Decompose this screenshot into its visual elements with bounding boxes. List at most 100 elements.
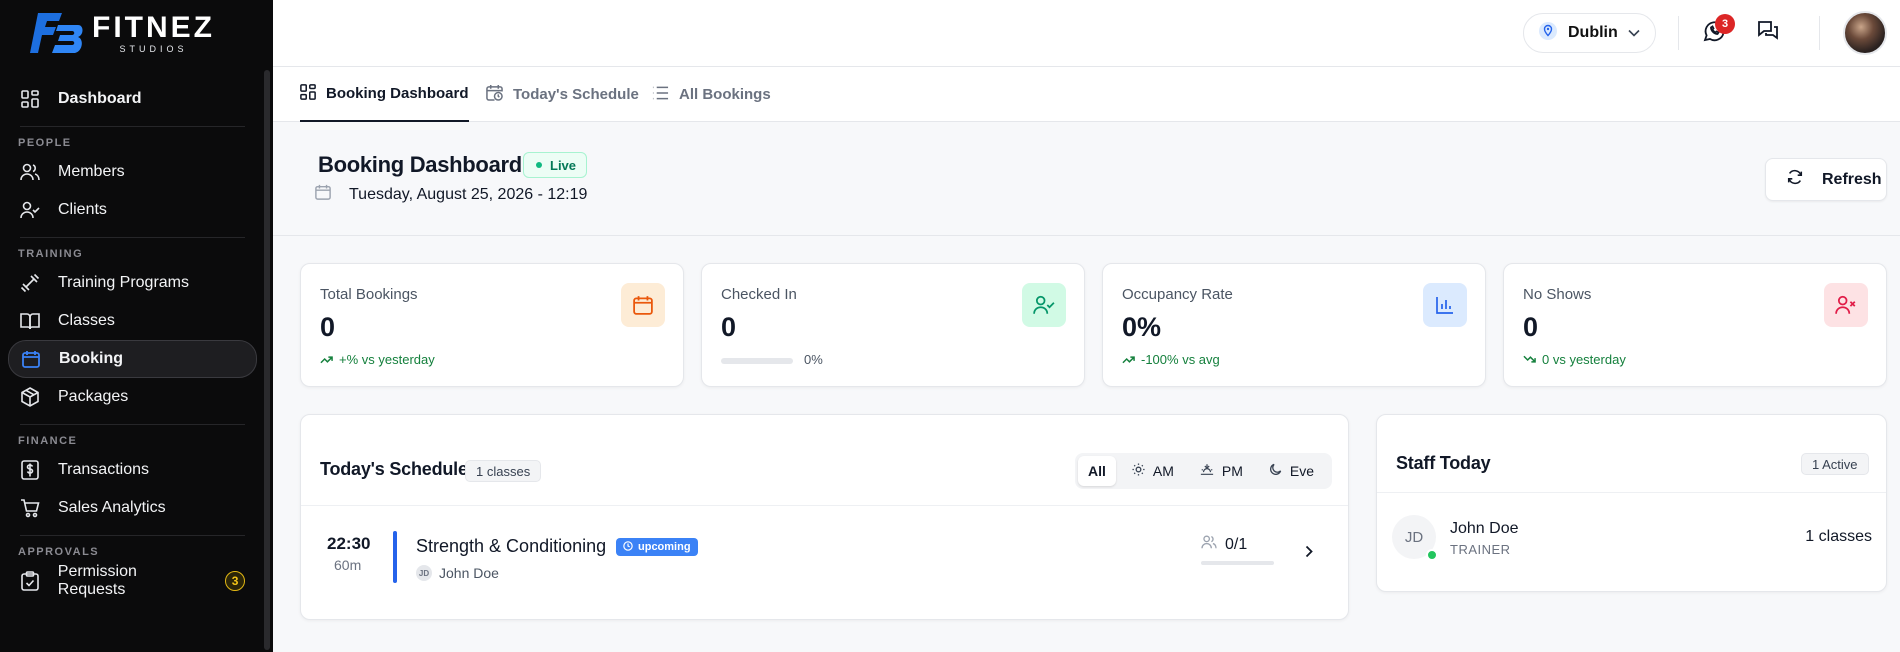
- stat-label: Occupancy Rate: [1122, 286, 1233, 303]
- calendar-icon: [21, 349, 41, 369]
- stat-card-total-bookings: Total Bookings 0 +% vs yesterday: [300, 263, 684, 387]
- tab-todays-schedule[interactable]: Today's Schedule: [486, 67, 639, 122]
- logo-icon: [28, 7, 84, 59]
- divider: [20, 535, 245, 536]
- live-dot-icon: [536, 162, 542, 168]
- stat-card-checked-in: Checked In 0 0%: [701, 263, 1085, 387]
- filter-pm[interactable]: PM: [1190, 456, 1253, 486]
- divider: [1678, 16, 1679, 50]
- stat-value: 0: [721, 312, 737, 342]
- sidebar-nav: Dashboard PEOPLE Members Clients TRAININ…: [8, 80, 257, 600]
- filter-label: Eve: [1289, 463, 1315, 479]
- user-check-icon: [1022, 283, 1066, 327]
- sidebar-item-booking[interactable]: Booking: [8, 340, 257, 378]
- divider: [1819, 16, 1820, 50]
- sidebar-item-members[interactable]: Members: [8, 153, 257, 191]
- page-title: Booking Dashboard: [318, 152, 522, 177]
- sidebar-item-dashboard[interactable]: Dashboard: [8, 80, 257, 118]
- sidebar-item-label: Clients: [58, 201, 107, 218]
- filter-eve[interactable]: Eve: [1259, 456, 1324, 486]
- live-badge: Live: [523, 152, 588, 178]
- class-duration: 60m: [334, 557, 362, 573]
- staff-class-count: 1 classes: [1805, 528, 1872, 545]
- page-header: Booking Dashboard Live Tuesday, August 2…: [273, 122, 1900, 236]
- user-check-icon: [20, 200, 40, 220]
- status-text: upcoming: [638, 541, 691, 553]
- section-people: PEOPLE: [18, 137, 72, 149]
- filter-am[interactable]: AM: [1122, 456, 1184, 486]
- trending-up-icon: [1122, 352, 1135, 367]
- sidebar-item-label: Sales Analytics: [58, 499, 166, 516]
- trending-up-icon: [320, 352, 333, 367]
- tab-all-bookings[interactable]: All Bookings: [652, 67, 771, 122]
- location-name: Dublin: [1568, 24, 1618, 41]
- sidebar-item-transactions[interactable]: Transactions: [8, 451, 257, 489]
- sidebar-item-classes[interactable]: Classes: [8, 302, 257, 340]
- stat-card-occupancy-rate: Occupancy Rate 0% -100% vs avg: [1102, 263, 1486, 387]
- staff-today-panel: Staff Today 1 Active JD John Doe TRAINER…: [1376, 414, 1887, 592]
- receipt-dollar-icon: [20, 460, 40, 480]
- brand-logo[interactable]: FITNEZ STUDIOS: [0, 0, 273, 66]
- sidebar-item-packages[interactable]: Packages: [8, 378, 257, 416]
- filter-label: AM: [1152, 463, 1174, 479]
- stat-value: 0%: [1122, 312, 1162, 342]
- sidebar-item-clients[interactable]: Clients: [8, 191, 257, 229]
- calendar-clock-icon: [486, 84, 503, 105]
- bar-chart-icon: [1423, 283, 1467, 327]
- date-text: Tuesday, August 25, 2026 - 12:19: [349, 185, 588, 203]
- whatsapp-badge: 3: [1715, 14, 1735, 34]
- users-icon: [1201, 535, 1217, 554]
- users-icon: [20, 162, 40, 182]
- list-icon: [652, 86, 669, 104]
- sidebar-item-label: Packages: [58, 388, 129, 405]
- section-training: TRAINING: [18, 248, 84, 260]
- stat-trend: +% vs yesterday: [320, 352, 435, 367]
- stat-trend-text: 0 vs yesterday: [1542, 352, 1626, 367]
- sidebar-item-permission-requests[interactable]: Permission Requests 3: [8, 562, 257, 600]
- class-capacity: 0/1: [1201, 535, 1247, 554]
- stat-trend: -100% vs avg: [1122, 352, 1220, 367]
- messages-button[interactable]: [1753, 18, 1783, 48]
- sidebar-item-label: Training Programs: [58, 274, 190, 291]
- capacity-text: 0/1: [1225, 535, 1248, 553]
- status-badge: upcoming: [616, 538, 698, 556]
- permission-requests-badge: 3: [225, 571, 245, 591]
- stat-value: 0: [1523, 312, 1539, 342]
- capacity-bar: [1201, 561, 1274, 565]
- sidebar-item-label: Transactions: [58, 461, 149, 478]
- trainer-avatar: JD: [416, 565, 432, 581]
- refresh-label: Refresh: [1822, 170, 1882, 188]
- stat-trend-text: -100% vs avg: [1141, 352, 1220, 367]
- whatsapp-button[interactable]: 3: [1699, 14, 1735, 48]
- chat-bubbles-icon: [1756, 19, 1780, 48]
- class-time: 22:30: [327, 534, 371, 553]
- sidebar-scrollbar[interactable]: [264, 70, 270, 650]
- chevron-down-icon: [1628, 24, 1640, 42]
- stat-label: No Shows: [1523, 286, 1592, 303]
- moon-icon: [1269, 463, 1282, 479]
- tab-label: Today's Schedule: [513, 86, 639, 103]
- live-label: Live: [550, 157, 577, 173]
- refresh-button[interactable]: Refresh: [1765, 158, 1887, 201]
- divider: [1377, 492, 1886, 493]
- sidebar-item-sales-analytics[interactable]: Sales Analytics: [8, 489, 257, 527]
- user-avatar[interactable]: [1843, 11, 1887, 55]
- filter-all[interactable]: All: [1078, 456, 1116, 486]
- class-trainer: JD John Doe: [416, 565, 499, 581]
- dumbbell-icon: [20, 273, 40, 293]
- calendar-icon: [315, 184, 331, 205]
- chevron-right-icon[interactable]: [1305, 545, 1313, 563]
- filter-label: All: [1088, 463, 1106, 479]
- active-count-badge: 1 Active: [1801, 453, 1869, 475]
- sidebar-item-training-programs[interactable]: Training Programs: [8, 264, 257, 302]
- location-selector[interactable]: Dublin: [1523, 13, 1656, 53]
- stat-label: Total Bookings: [320, 286, 418, 303]
- panel-title: Staff Today: [1396, 453, 1491, 473]
- tab-booking-dashboard[interactable]: Booking Dashboard: [300, 67, 469, 122]
- brand-subtitle: STUDIOS: [119, 43, 188, 54]
- sidebar-item-label: Members: [58, 163, 125, 180]
- sidebar-item-label: Classes: [58, 312, 115, 329]
- sidebar-item-label: Permission Requests: [57, 563, 137, 598]
- sun-icon: [1132, 463, 1145, 479]
- cart-icon: [20, 498, 40, 518]
